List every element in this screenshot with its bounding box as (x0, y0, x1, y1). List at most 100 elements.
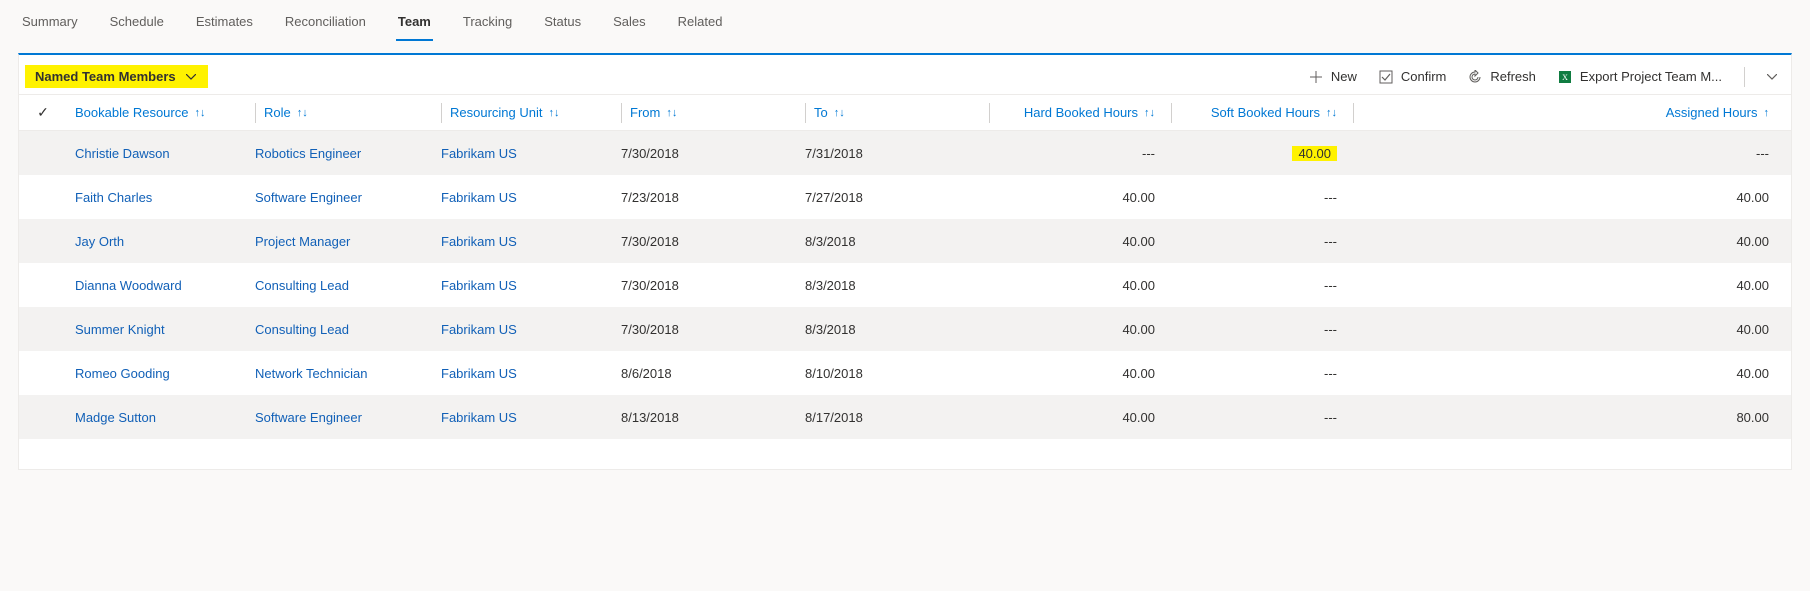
cell-unit-value[interactable]: Fabrikam US (441, 322, 517, 337)
cell-role-value[interactable]: Software Engineer (255, 190, 362, 205)
cell-unit-value[interactable]: Fabrikam US (441, 410, 517, 425)
cell-hard: 40.00 (981, 278, 1163, 293)
cell-unit: Fabrikam US (433, 278, 613, 293)
confirm-button[interactable]: Confirm (1379, 69, 1447, 84)
cell-resource-value[interactable]: Dianna Woodward (75, 278, 182, 293)
table-row[interactable]: Madge Sutton Software Engineer Fabrikam US… (19, 395, 1791, 439)
grid-body: Christie Dawson Robotics Engineer Fabrikam… (19, 131, 1791, 439)
sort-icon: ↑↓ (1144, 107, 1155, 119)
col-header-from[interactable]: From ↑↓ (621, 103, 677, 123)
col-header-unit[interactable]: Resourcing Unit ↑↓ (441, 103, 560, 123)
export-button[interactable]: X Export Project Team M... (1558, 69, 1722, 84)
cell-unit: Fabrikam US (433, 410, 613, 425)
col-header-resource[interactable]: Bookable Resource ↑↓ (75, 103, 205, 123)
cell-soft-value: --- (1324, 410, 1337, 425)
cell-soft-value: --- (1324, 322, 1337, 337)
cell-soft-value: --- (1324, 234, 1337, 249)
col-header-resource-label: Bookable Resource (75, 105, 188, 120)
tab-estimates[interactable]: Estimates (194, 8, 255, 41)
cell-to-value: 8/17/2018 (805, 410, 863, 425)
toolbar-divider (1744, 67, 1745, 87)
cell-unit-value[interactable]: Fabrikam US (441, 146, 517, 161)
cell-assigned-value: 40.00 (1736, 234, 1769, 249)
cell-soft: --- (1163, 322, 1345, 337)
cell-role-value[interactable]: Network Technician (255, 366, 367, 381)
col-header-hard[interactable]: Hard Booked Hours ↑↓ (989, 103, 1155, 123)
new-button-label: New (1331, 69, 1357, 84)
cell-hard: 40.00 (981, 234, 1163, 249)
select-all-header[interactable]: ✓ (19, 104, 67, 121)
new-button[interactable]: New (1309, 69, 1357, 84)
view-selector[interactable]: Named Team Members (25, 65, 208, 88)
tab-team[interactable]: Team (396, 8, 433, 41)
cell-from-value: 7/30/2018 (621, 234, 679, 249)
cell-hard-value: 40.00 (1122, 410, 1155, 425)
cell-role-value[interactable]: Consulting Lead (255, 278, 349, 293)
cell-role: Project Manager (247, 234, 433, 249)
tab-summary[interactable]: Summary (20, 8, 80, 41)
plus-icon (1309, 70, 1323, 84)
tab-sales[interactable]: Sales (611, 8, 648, 41)
cell-role: Consulting Lead (247, 322, 433, 337)
cell-unit-value[interactable]: Fabrikam US (441, 190, 517, 205)
cell-from: 7/30/2018 (613, 146, 797, 161)
team-panel: Named Team Members New Confirm (18, 53, 1792, 470)
cell-role-value[interactable]: Consulting Lead (255, 322, 349, 337)
cell-assigned: 40.00 (1345, 278, 1791, 293)
cell-resource-value[interactable]: Madge Sutton (75, 410, 156, 425)
table-row[interactable]: Jay Orth Project Manager Fabrikam US 7/30/2… (19, 219, 1791, 263)
table-row[interactable]: Summer KnightConsulting LeadFabrikam US7… (19, 307, 1791, 351)
cell-resource-value[interactable]: Summer Knight (75, 322, 165, 337)
col-header-to[interactable]: To ↑↓ (805, 103, 845, 123)
cell-soft-value: --- (1324, 366, 1337, 381)
col-header-hard-label: Hard Booked Hours (1024, 105, 1138, 120)
more-commands-button[interactable] (1767, 74, 1781, 80)
col-header-assigned[interactable]: Assigned Hours ↑ (1353, 103, 1769, 123)
cell-hard-value: 40.00 (1122, 234, 1155, 249)
cell-resource-value[interactable]: Faith Charles (75, 190, 152, 205)
cell-hard-value: 40.00 (1122, 278, 1155, 293)
cell-to: 8/10/2018 (797, 366, 981, 381)
cell-role-value[interactable]: Software Engineer (255, 410, 362, 425)
col-header-role-label: Role (264, 105, 291, 120)
team-grid: ✓ Bookable Resource ↑↓ Role ↑↓ Resourcin… (19, 95, 1791, 439)
toolbar-actions: New Confirm Refresh X Export Project Tea… (1309, 67, 1781, 87)
cell-role-value[interactable]: Robotics Engineer (255, 146, 361, 161)
cell-to: 7/31/2018 (797, 146, 981, 161)
tab-schedule[interactable]: Schedule (108, 8, 166, 41)
cell-soft-value: --- (1324, 190, 1337, 205)
col-header-from-label: From (630, 105, 660, 120)
table-row[interactable]: Dianna Woodward Consulting Lead Fabrikam U… (19, 263, 1791, 307)
cell-from-value: 7/30/2018 (621, 146, 679, 161)
table-row[interactable]: Christie Dawson Robotics Engineer Fabrikam… (19, 131, 1791, 175)
cell-unit-value[interactable]: Fabrikam US (441, 234, 517, 249)
cell-soft: --- (1163, 190, 1345, 205)
tab-reconciliation[interactable]: Reconciliation (283, 8, 368, 41)
refresh-button[interactable]: Refresh (1468, 69, 1536, 84)
table-row[interactable]: Romeo Gooding Network Technician Fabrikam … (19, 351, 1791, 395)
cell-assigned-value: --- (1756, 146, 1769, 161)
cell-unit-value[interactable]: Fabrikam US (441, 278, 517, 293)
svg-text:X: X (1562, 73, 1568, 82)
cell-to-value: 8/3/2018 (805, 234, 856, 249)
cell-hard: 40.00 (981, 366, 1163, 381)
cell-role-value[interactable]: Project Manager (255, 234, 350, 249)
cell-resource-value[interactable]: Romeo Gooding (75, 366, 170, 381)
tab-tracking[interactable]: Tracking (461, 8, 514, 41)
col-header-role[interactable]: Role ↑↓ (255, 103, 308, 123)
cell-resource-value[interactable]: Jay Orth (75, 234, 124, 249)
cell-assigned: 40.00 (1345, 190, 1791, 205)
cell-from-value: 8/13/2018 (621, 410, 679, 425)
cell-soft: --- (1163, 366, 1345, 381)
form-tabs: Summary Schedule Estimates Reconciliation Te… (0, 0, 1810, 41)
col-header-soft[interactable]: Soft Booked Hours ↑↓ (1171, 103, 1337, 123)
tab-related[interactable]: Related (676, 8, 725, 41)
cell-unit-value[interactable]: Fabrikam US (441, 366, 517, 381)
cell-resource-value[interactable]: Christie Dawson (75, 146, 170, 161)
table-row[interactable]: Faith Charles Software Engineer Fabrikam U… (19, 175, 1791, 219)
sort-icon: ↑↓ (666, 107, 677, 119)
subgrid-toolbar: Named Team Members New Confirm (19, 55, 1791, 95)
chevron-down-icon (184, 70, 198, 84)
tab-status[interactable]: Status (542, 8, 583, 41)
cell-unit: Fabrikam US (433, 146, 613, 161)
